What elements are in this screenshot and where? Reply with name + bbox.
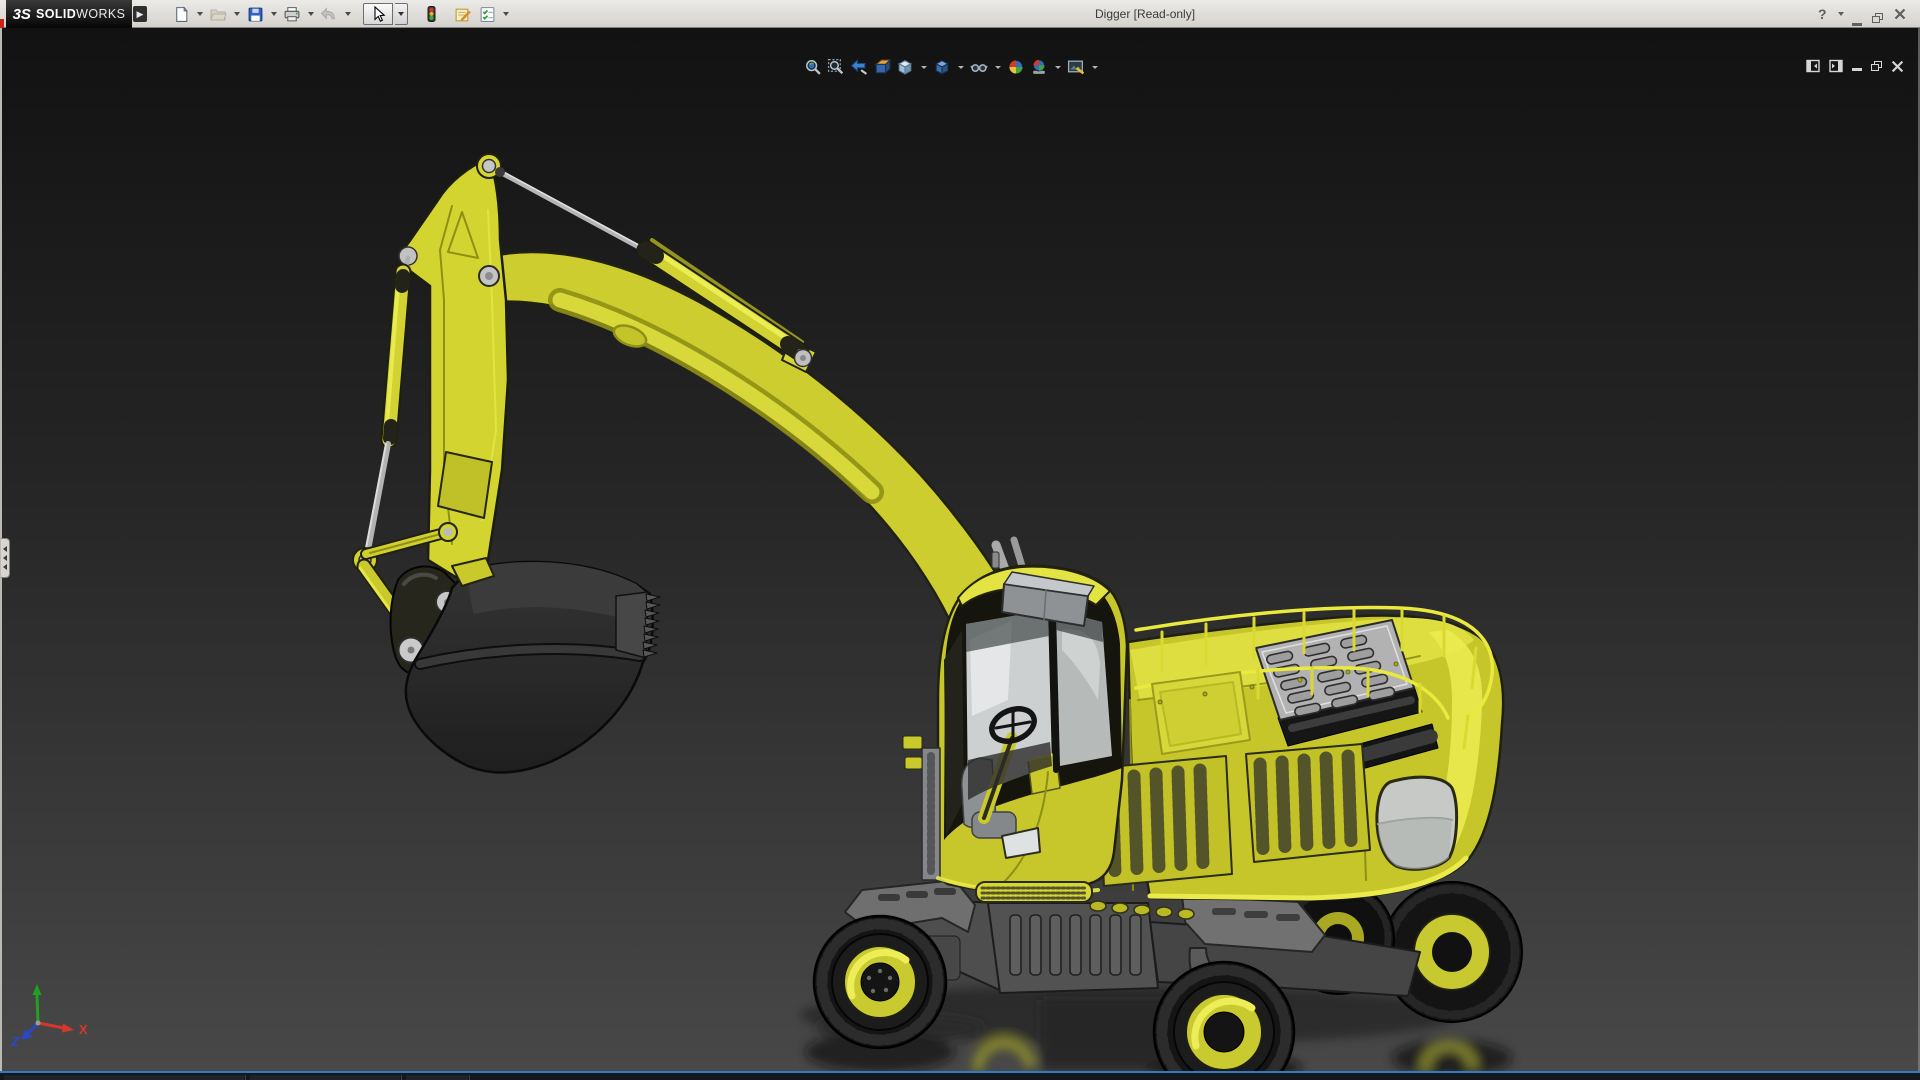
apply-scene-button[interactable] — [1030, 58, 1048, 76]
main-toolbar — [170, 2, 511, 26]
new-document-icon — [175, 5, 188, 22]
featuremanager-collapse-handle[interactable] — [1, 538, 10, 578]
open-button[interactable] — [207, 3, 229, 25]
document-window-controls — [1806, 58, 1904, 74]
view-orientation-button[interactable] — [896, 58, 914, 76]
hide-show-items-icon — [970, 64, 988, 72]
left-edge-marker — [0, 19, 4, 28]
triad-z-label: Z — [10, 1034, 20, 1049]
view-orientation-icon — [898, 60, 912, 75]
previous-view-icon — [850, 59, 868, 75]
zoom-to-area-button[interactable] — [827, 58, 845, 76]
edit-appearance-button[interactable] — [1007, 58, 1025, 76]
new-document-dropdown[interactable] — [194, 3, 205, 25]
display-style-dropdown[interactable] — [956, 58, 965, 76]
help-button[interactable]: ? — [1818, 4, 1827, 24]
app-restore-button[interactable] — [1872, 8, 1883, 28]
app-close-button[interactable] — [1894, 4, 1906, 24]
3d-viewport[interactable]: X Z — [0, 28, 1920, 1071]
display-style-button[interactable] — [933, 58, 951, 76]
edit-appearance-icon — [1009, 60, 1023, 74]
view-orientation-dropdown[interactable] — [919, 58, 928, 76]
save-button[interactable] — [244, 3, 266, 25]
save-icon — [248, 7, 262, 21]
print-icon — [284, 6, 300, 21]
heads-up-view-toolbar — [804, 58, 1099, 76]
help-dropdown[interactable] — [1838, 4, 1844, 24]
taskbar-edge[interactable] — [0, 1071, 1920, 1080]
save-dropdown[interactable] — [268, 3, 279, 25]
toolbar-expander[interactable]: ▶ — [133, 6, 147, 22]
hide-show-items-dropdown[interactable] — [993, 58, 1002, 76]
solidworks-logo: 3S SOLID WORKS — [6, 0, 132, 28]
select-cursor-icon — [374, 5, 386, 22]
new-document-button[interactable] — [170, 3, 192, 25]
traffic-light-button[interactable] — [420, 3, 442, 25]
options-list-button[interactable] — [476, 3, 498, 25]
doc-minimize-button[interactable] — [1852, 67, 1862, 71]
front-left-wheel[interactable] — [812, 914, 948, 1050]
view-settings-button[interactable] — [1067, 58, 1085, 76]
solidworks-window: 3S SOLID WORKS ▶ Digger [Read-only] ? X … — [0, 0, 1920, 1080]
display-style-icon — [935, 60, 949, 75]
select-tool-button[interactable] — [363, 3, 393, 25]
apply-scene-dropdown[interactable] — [1053, 58, 1062, 76]
body-superstructure[interactable] — [1089, 605, 1505, 920]
undo-icon — [320, 6, 335, 20]
file-properties-button[interactable] — [452, 3, 474, 25]
expand-pane-icon[interactable] — [1829, 59, 1843, 73]
section-view-icon — [874, 58, 891, 75]
open-icon — [210, 9, 227, 21]
view-settings-icon — [1067, 60, 1085, 75]
select-tool-dropdown[interactable] — [395, 3, 408, 25]
section-view-button[interactable] — [873, 58, 891, 76]
options-list-dropdown[interactable] — [500, 3, 511, 25]
expand-featuremanager-icon[interactable] — [1806, 59, 1820, 73]
apply-scene-icon — [1033, 59, 1045, 74]
view-settings-dropdown[interactable] — [1090, 58, 1099, 76]
ds-logo-glyph: 3S — [12, 5, 31, 23]
graphics-area[interactable]: X Z — [0, 28, 1920, 1071]
app-minimize-button[interactable] — [1852, 14, 1862, 34]
zoom-to-area-icon — [827, 58, 844, 75]
open-dropdown[interactable] — [231, 3, 242, 25]
zoom-to-fit-icon — [806, 60, 821, 75]
rear-window[interactable] — [1375, 775, 1459, 871]
previous-view-button[interactable] — [850, 58, 868, 76]
titlebar: 3S SOLID WORKS ▶ Digger [Read-only] ? — [0, 0, 1920, 28]
zoom-to-fit-button[interactable] — [804, 58, 822, 76]
close-icon — [1894, 8, 1906, 20]
print-dropdown[interactable] — [305, 3, 316, 25]
doc-restore-button[interactable] — [1871, 61, 1882, 71]
window-title: Digger [Read-only] — [1095, 7, 1196, 21]
hide-show-items-button[interactable] — [970, 58, 988, 76]
print-button[interactable] — [281, 3, 303, 25]
options-list-icon — [480, 6, 494, 22]
undo-button[interactable] — [318, 3, 340, 25]
triad-x-label: X — [79, 1022, 88, 1037]
undo-dropdown[interactable] — [342, 3, 353, 25]
doc-close-button[interactable] — [1891, 60, 1904, 73]
file-properties-icon — [455, 8, 471, 21]
traffic-light-icon — [427, 6, 436, 22]
